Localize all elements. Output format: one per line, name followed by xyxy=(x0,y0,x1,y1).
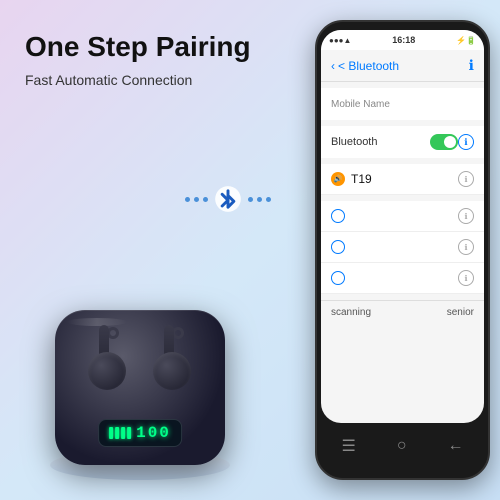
ios-nav-bar[interactable]: ‹ < Bluetooth ℹ xyxy=(321,50,484,82)
phone-bottom-nav: ☰ ○ ← xyxy=(321,426,484,466)
scanning-bar: scanning senior xyxy=(321,300,484,324)
scanning-label: scanning xyxy=(331,307,371,318)
left-earbud xyxy=(85,325,130,390)
main-heading: One Step Pairing xyxy=(25,30,251,64)
device-3-info[interactable]: ℹ xyxy=(458,270,474,286)
device-3-dot xyxy=(331,271,345,285)
right-earbud xyxy=(150,325,195,390)
phone-screen: ●●●▲ 16:18 ⚡🔋 ‹ < Bluetooth ℹ Mobile Nam… xyxy=(321,30,484,423)
info-nav-icon[interactable]: ℹ xyxy=(469,57,474,74)
status-time: 16:18 xyxy=(392,35,415,45)
bluetooth-info-icon[interactable]: ℹ xyxy=(458,134,474,150)
phone-body: ●●●▲ 16:18 ⚡🔋 ‹ < Bluetooth ℹ Mobile Nam… xyxy=(315,20,490,480)
led-display: 100 xyxy=(98,419,182,447)
mobile-name-label: Mobile Name xyxy=(331,99,474,110)
battery-bars xyxy=(109,427,131,439)
back-nav-icon[interactable]: ← xyxy=(447,437,463,455)
battery-percentage: 100 xyxy=(136,424,171,442)
earbuds-row xyxy=(85,325,195,390)
device-1-info[interactable]: ℹ xyxy=(458,208,474,224)
t19-info-icon[interactable]: ℹ xyxy=(458,171,474,187)
led-bar-2 xyxy=(115,427,119,439)
t19-status-dot: 🔊 xyxy=(331,172,345,186)
bluetooth-toggle[interactable] xyxy=(430,134,458,150)
status-right: ⚡🔋 xyxy=(456,36,476,45)
mobile-name-row: Mobile Name xyxy=(321,88,484,120)
device-1-dot xyxy=(331,209,345,223)
signal-icon: ●●●▲ xyxy=(329,36,351,45)
t19-device-row[interactable]: 🔊 T19 ℹ xyxy=(321,164,484,195)
bluetooth-toggle-row[interactable]: Bluetooth ℹ xyxy=(321,126,484,158)
device-2-info[interactable]: ℹ xyxy=(458,239,474,255)
led-bar-3 xyxy=(121,427,125,439)
device-2-dot xyxy=(331,240,345,254)
nav-back-label: < Bluetooth xyxy=(338,59,399,73)
led-bar-1 xyxy=(109,427,113,439)
menu-icon[interactable]: ☰ xyxy=(341,436,355,456)
back-button[interactable]: ‹ < Bluetooth xyxy=(331,59,399,73)
t19-device-name: T19 xyxy=(351,172,458,186)
status-left: ●●●▲ xyxy=(329,36,351,45)
led-bar-4 xyxy=(127,427,131,439)
mobile-name-section: Mobile Name xyxy=(321,88,484,120)
earbuds-area: 100 xyxy=(15,200,265,480)
bluetooth-status-icon: ⚡🔋 xyxy=(456,36,476,45)
earbuds-case: 100 xyxy=(55,310,225,465)
bluetooth-label: Bluetooth xyxy=(331,136,430,148)
other-device-row-3[interactable]: ℹ xyxy=(321,263,484,294)
other-device-row-1[interactable]: ℹ xyxy=(321,201,484,232)
status-bar: ●●●▲ 16:18 ⚡🔋 xyxy=(321,30,484,50)
right-earbud-body xyxy=(153,352,191,390)
bt-dot-6 xyxy=(266,197,271,202)
home-icon[interactable]: ○ xyxy=(397,437,407,455)
phone-container: ●●●▲ 16:18 ⚡🔋 ‹ < Bluetooth ℹ Mobile Nam… xyxy=(315,20,490,480)
bluetooth-section: Bluetooth ℹ xyxy=(321,126,484,158)
t19-dot-icon: 🔊 xyxy=(334,175,343,183)
left-earbud-body xyxy=(88,352,126,390)
back-chevron-icon: ‹ xyxy=(331,59,335,73)
other-device-row-2[interactable]: ℹ xyxy=(321,232,484,263)
sub-heading: Fast Automatic Connection xyxy=(25,72,192,88)
other-devices-section: ℹ ℹ ℹ xyxy=(321,201,484,294)
senior-label: senior xyxy=(447,307,474,318)
